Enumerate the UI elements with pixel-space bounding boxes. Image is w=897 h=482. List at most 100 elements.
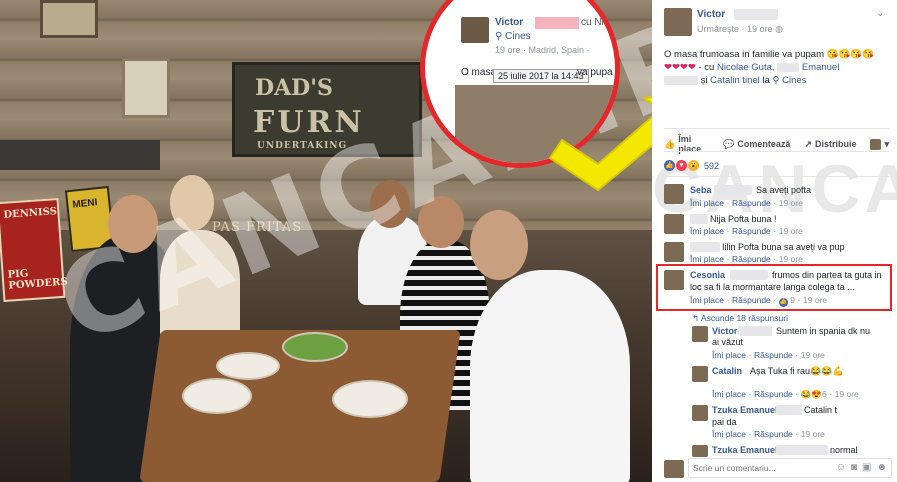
dropdown-icon: ▾ — [884, 138, 889, 149]
share-icon: ↗ — [804, 138, 812, 149]
and-label: și — [700, 75, 708, 86]
comment-text: Nija Pofta buna ! — [710, 214, 777, 224]
divider — [664, 176, 889, 177]
comment-time[interactable]: 19 ore — [779, 254, 803, 264]
comment-box[interactable]: ☺ ◙ ▣ ☻ — [688, 458, 892, 478]
reply-actions: Îmi place · Răspunde · 19 ore — [712, 429, 825, 439]
reply-time[interactable]: 19 ore — [835, 389, 859, 399]
comment-time[interactable]: 19 ore — [803, 295, 827, 305]
inset-time: 19 ore · Madrid, Spain · — [495, 45, 590, 55]
inset-text-start: O masa — [461, 67, 497, 78]
name-blur — [730, 270, 768, 280]
comment-like[interactable]: Îmi place — [690, 295, 724, 305]
reply-text: Catalin t — [804, 405, 838, 415]
commenter-name[interactable]: Cesonia — [690, 270, 725, 280]
like-reaction-icon: 👍 — [778, 298, 788, 307]
tag-emanuel[interactable]: Emanuel — [802, 62, 840, 73]
name-blur — [690, 214, 708, 224]
post-text: O masa frumoasa in familie va pupam 😘😘😘😘… — [664, 48, 892, 87]
commenter-avatar[interactable] — [664, 184, 684, 204]
red-sign-line-1: DENNISS — [3, 206, 58, 221]
inset-text-end: va pupa — [577, 67, 613, 78]
inset-avatar — [461, 17, 489, 43]
tag-catalin[interactable]: Catalin tinel — [710, 75, 760, 86]
name-blur — [690, 242, 720, 252]
reply-time[interactable]: 19 ore — [801, 350, 825, 360]
sticker-icon[interactable]: ☻ — [876, 462, 887, 473]
wall-frame — [122, 58, 170, 118]
replier-name[interactable]: Tzuka Emanuel — [712, 445, 778, 455]
commenter-name[interactable]: Seba — [690, 185, 712, 195]
inset-author: Victor — [495, 17, 524, 28]
comment-time[interactable]: 19 ore — [779, 198, 803, 208]
camera-icon[interactable]: ◙ — [851, 462, 857, 473]
follow-button[interactable]: Urmărește — [697, 24, 739, 34]
place-link[interactable]: Cines — [782, 75, 806, 86]
tag-nicolae[interactable]: Nicolae Guta, — [717, 62, 775, 73]
reply-reply[interactable]: Răspunde — [754, 429, 793, 439]
commenter-avatar[interactable] — [664, 242, 684, 262]
my-avatar — [664, 460, 684, 478]
comment-reply[interactable]: Răspunde — [732, 198, 771, 208]
name-blur — [776, 405, 802, 415]
author-name[interactable]: Victor — [697, 9, 725, 20]
emoji-icon[interactable]: ☺ — [836, 462, 846, 473]
reply-time[interactable]: 19 ore — [801, 429, 825, 439]
mini-avatar — [870, 138, 882, 150]
reply-reply[interactable]: Răspunde — [754, 350, 793, 360]
divider — [664, 151, 889, 152]
reactions-summary[interactable]: 👍 ♥ 😮 592 — [664, 160, 719, 171]
comment-reply[interactable]: Răspunde — [732, 254, 771, 264]
inset-place-label: Cines — [505, 31, 531, 42]
commenter-avatar[interactable] — [664, 270, 684, 290]
post-time[interactable]: 19 ore — [747, 24, 773, 34]
reply-reactions[interactable]: 😂😍6 — [801, 389, 827, 399]
person-5 — [470, 270, 630, 482]
follow-line: Urmărește · 19 ore ◍ — [697, 24, 783, 35]
like-reaction-icon: 👍 — [664, 160, 675, 171]
divider — [664, 128, 889, 129]
comment-time[interactable]: 19 ore — [779, 226, 803, 236]
comment-text: Iilin Pofta buna sa aveți va pup — [722, 242, 845, 252]
comment-actions: Îmi place · Răspunde · 👍 9 · 19 ore — [690, 295, 828, 307]
comment-like[interactable]: Îmi place — [690, 198, 724, 208]
comment-tools: ☺ ◙ ▣ ☻ — [836, 462, 887, 473]
comment-like[interactable]: Îmi place — [690, 226, 724, 236]
replier-name[interactable]: Tzuka Emanuel — [712, 405, 778, 415]
comment-reply[interactable]: Răspunde — [732, 295, 771, 305]
share-label: Distribuie — [814, 139, 857, 149]
hide-replies-link[interactable]: ↰ Ascunde 18 răspunsuri — [692, 313, 788, 324]
replier-name[interactable]: Catalin — [712, 366, 742, 376]
post-photo[interactable]: DAD'S FURN UNDERTAKING DENNISS PIG POWDE… — [0, 0, 652, 482]
reply-text-line-2: ai văzut — [712, 337, 744, 347]
gif-icon[interactable]: ▣ — [862, 462, 871, 473]
reply-like[interactable]: Îmi place — [712, 389, 746, 399]
chevron-down-icon[interactable]: ⌄ — [876, 8, 884, 19]
reply-like[interactable]: Îmi place — [712, 429, 746, 439]
author-name-blur — [734, 9, 778, 20]
comment-like[interactable]: Îmi place — [690, 254, 724, 264]
comment-label: Comentează — [737, 139, 791, 149]
author-avatar[interactable] — [664, 8, 692, 36]
reply-reply[interactable]: Răspunde — [754, 389, 793, 399]
replier-avatar[interactable] — [692, 445, 708, 457]
comment-icon: 💬 — [723, 138, 735, 149]
commenter-avatar[interactable] — [664, 214, 684, 234]
reply-text: Așa Tuka fi rau😂😂💪 — [750, 366, 844, 376]
replier-avatar[interactable] — [692, 405, 708, 421]
salad-plate — [282, 332, 348, 362]
comment-reply[interactable]: Răspunde — [732, 226, 771, 236]
replier-avatar[interactable] — [692, 366, 708, 382]
reply-like[interactable]: Îmi place — [712, 350, 746, 360]
replier-name[interactable]: Victor — [712, 326, 737, 336]
tag-blur — [777, 62, 800, 72]
place-icon: ⚲ — [772, 75, 780, 86]
name-blur — [714, 185, 752, 195]
reply-arrow-icon: ↰ — [692, 313, 702, 323]
replier-avatar[interactable] — [692, 326, 708, 342]
name-blur — [776, 445, 828, 455]
reactions-count[interactable]: 592 — [704, 161, 719, 171]
comment-input[interactable] — [693, 461, 813, 475]
shelf — [0, 140, 160, 170]
reply-actions: Îmi place · Răspunde · 19 ore — [712, 350, 825, 360]
